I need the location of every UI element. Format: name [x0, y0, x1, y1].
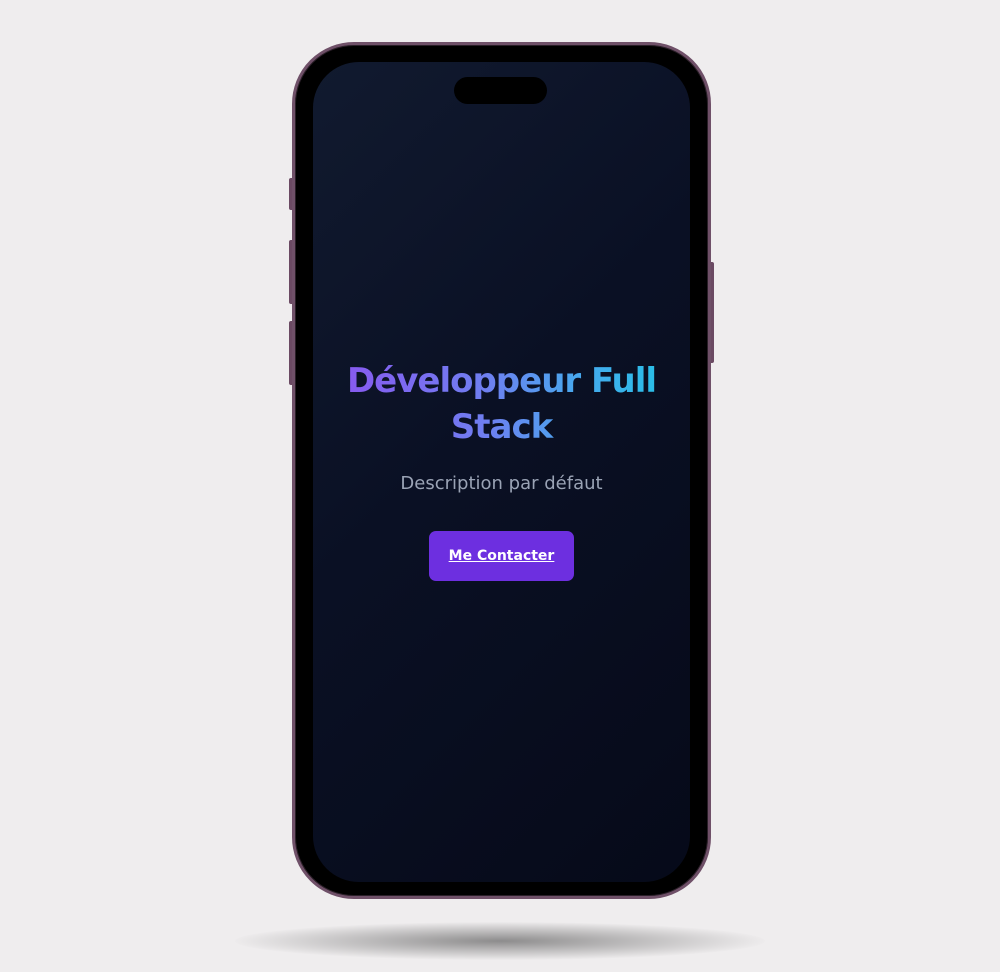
phone-shadow: [235, 922, 765, 960]
hero-title: Développeur Full Stack: [325, 358, 678, 450]
stage: Développeur Full Stack Description par d…: [0, 0, 1000, 972]
phone-screen: Développeur Full Stack Description par d…: [313, 62, 690, 882]
contact-button[interactable]: Me Contacter: [429, 531, 574, 581]
hero-section: Développeur Full Stack Description par d…: [313, 62, 690, 882]
phone-frame: Développeur Full Stack Description par d…: [292, 42, 711, 899]
hero-description: Description par défaut: [400, 473, 603, 494]
